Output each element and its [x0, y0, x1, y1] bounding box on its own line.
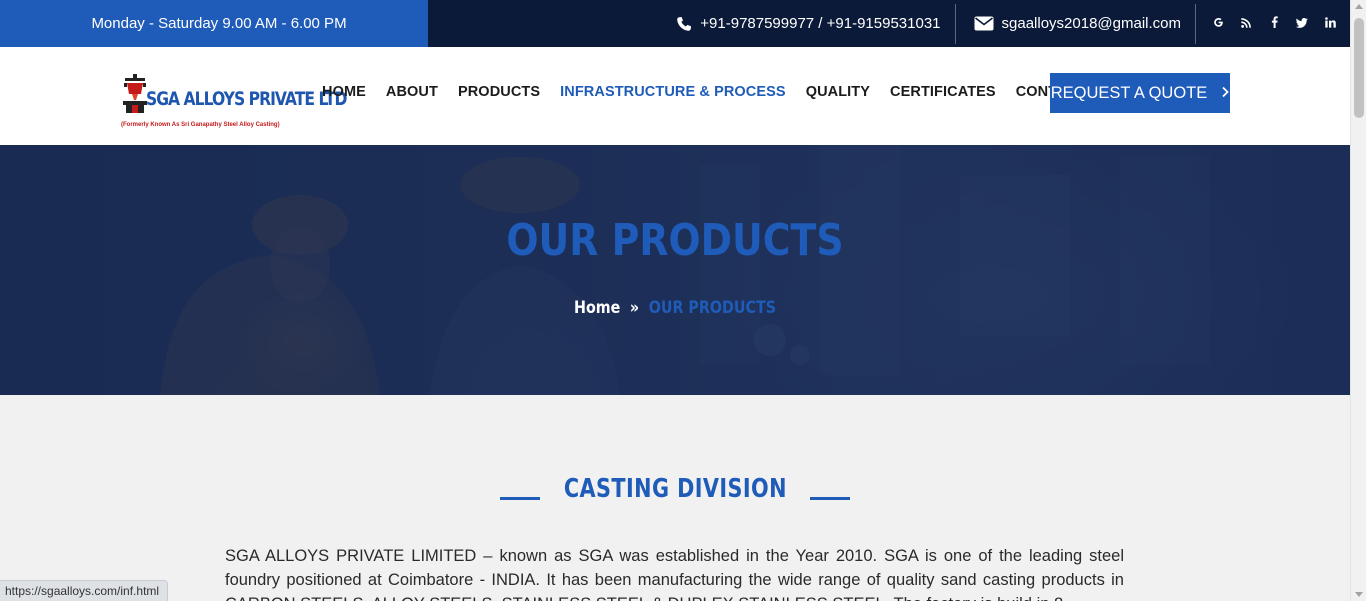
page: Monday - Saturday 9.00 AM - 6.00 PM +91-…: [0, 0, 1366, 601]
page-banner: OUR PRODUCTS Home » OUR PRODUCTS: [0, 145, 1350, 395]
heading-line-right: [810, 496, 851, 500]
phone-numbers: +91-9787599977 / +91-9159531031: [700, 15, 941, 32]
breadcrumb-current: OUR PRODUCTS: [648, 298, 776, 318]
top-contact-area: +91-9787599977 / +91-9159531031 sgaalloy…: [429, 0, 1350, 47]
section-heading: CASTING DIVISION: [0, 474, 1350, 504]
site-header: SGA ALLOYS PRIVATE LTD (Formerly Known A…: [0, 47, 1350, 145]
email-contact[interactable]: sgaalloys2018@gmail.com: [956, 0, 1195, 47]
chevron-right-icon: [1221, 84, 1230, 103]
nav-certificates[interactable]: CERTIFICATES: [890, 84, 996, 100]
rss-icon[interactable]: [1240, 17, 1252, 31]
logo-text: SGA ALLOYS PRIVATE LTD: [146, 88, 347, 110]
email-address: sgaalloys2018@gmail.com: [1001, 15, 1181, 32]
link-status-bar: https://sgaalloys.com/inf.html: [0, 580, 169, 601]
request-quote-label: REQUEST A QUOTE: [1050, 83, 1208, 102]
banner-overlay: [0, 145, 1350, 395]
breadcrumb-separator: »: [629, 298, 640, 318]
request-quote-button[interactable]: REQUEST A QUOTE: [1050, 73, 1230, 113]
vertical-scrollbar[interactable]: [1350, 0, 1366, 601]
page-title: OUR PRODUCTS: [506, 215, 844, 266]
scrollbar-thumb[interactable]: [1354, 18, 1364, 118]
facebook-icon[interactable]: [1268, 16, 1280, 31]
logo-subtext: (Formerly Known As Sri Ganapathy Steel A…: [121, 122, 280, 128]
top-bar: Monday - Saturday 9.00 AM - 6.00 PM +91-…: [0, 0, 1350, 47]
nav-home[interactable]: HOME: [322, 84, 366, 100]
section-title: CASTING DIVISION: [563, 474, 787, 504]
breadcrumb: Home » OUR PRODUCTS: [108, 298, 1242, 318]
heading-line-left: [499, 496, 540, 500]
company-logo[interactable]: SGA ALLOYS PRIVATE LTD (Formerly Known A…: [120, 74, 347, 132]
google-icon[interactable]: [1212, 17, 1224, 31]
main-navigation: HOME ABOUT PRODUCTS INFRASTRUCTURE & PRO…: [322, 84, 1111, 100]
intro-paragraph: SGA ALLOYS PRIVATE LIMITED – known as SG…: [225, 547, 1124, 601]
social-links: [1196, 0, 1350, 47]
nav-infrastructure-process[interactable]: INFRASTRUCTURE & PROCESS: [560, 84, 786, 100]
breadcrumb-home-link[interactable]: Home: [574, 298, 620, 318]
envelope-icon: [974, 16, 994, 31]
twitter-icon[interactable]: [1295, 17, 1308, 31]
nav-quality[interactable]: QUALITY: [806, 84, 870, 100]
phone-contact[interactable]: +91-9787599977 / +91-9159531031: [662, 0, 954, 47]
scroll-up-arrow-icon[interactable]: [1355, 4, 1363, 9]
phone-icon: [676, 16, 692, 32]
linkedin-icon[interactable]: [1324, 16, 1336, 31]
nav-about[interactable]: ABOUT: [386, 84, 438, 100]
scroll-down-arrow-icon[interactable]: [1355, 592, 1363, 597]
nav-products[interactable]: PRODUCTS: [458, 84, 540, 100]
business-hours: Monday - Saturday 9.00 AM - 6.00 PM: [0, 0, 429, 47]
